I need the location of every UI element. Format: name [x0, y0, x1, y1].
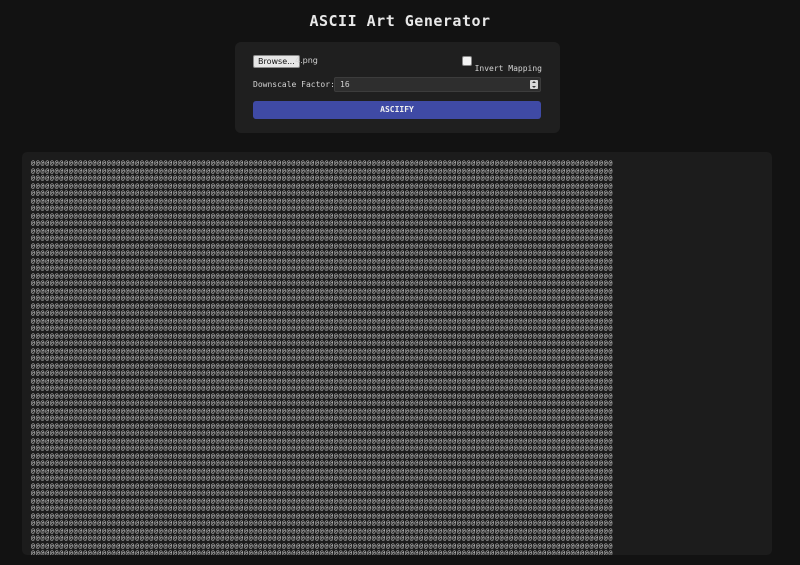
selected-file-name: 4.png [295, 56, 318, 65]
invert-mapping-option[interactable]: Invert Mapping [461, 56, 542, 73]
controls-panel: Browse... 4.png Invert Mapping Downscale… [235, 42, 560, 133]
spinner-arrows-icon[interactable] [530, 80, 538, 89]
downscale-row: Downscale Factor: 16 [253, 77, 542, 93]
invert-mapping-label[interactable]: Invert Mapping [475, 63, 542, 75]
invert-mapping-checkbox[interactable] [461, 56, 472, 66]
file-row: Browse... 4.png Invert Mapping [253, 55, 542, 73]
downscale-factor-input[interactable]: 16 [334, 77, 541, 92]
asciify-button[interactable]: ASCIIFY [253, 101, 541, 119]
downscale-value: 16 [340, 80, 350, 89]
page-title: ASCII Art Generator [309, 12, 491, 30]
browse-button[interactable]: Browse... [253, 55, 300, 68]
ascii-output-panel: @@@@@@@@@@@@@@@@@@@@@@@@@@@@@@@@@@@@@@@@… [22, 152, 772, 555]
downscale-label: Downscale Factor: [253, 80, 335, 89]
ascii-art-output: @@@@@@@@@@@@@@@@@@@@@@@@@@@@@@@@@@@@@@@@… [31, 159, 614, 555]
